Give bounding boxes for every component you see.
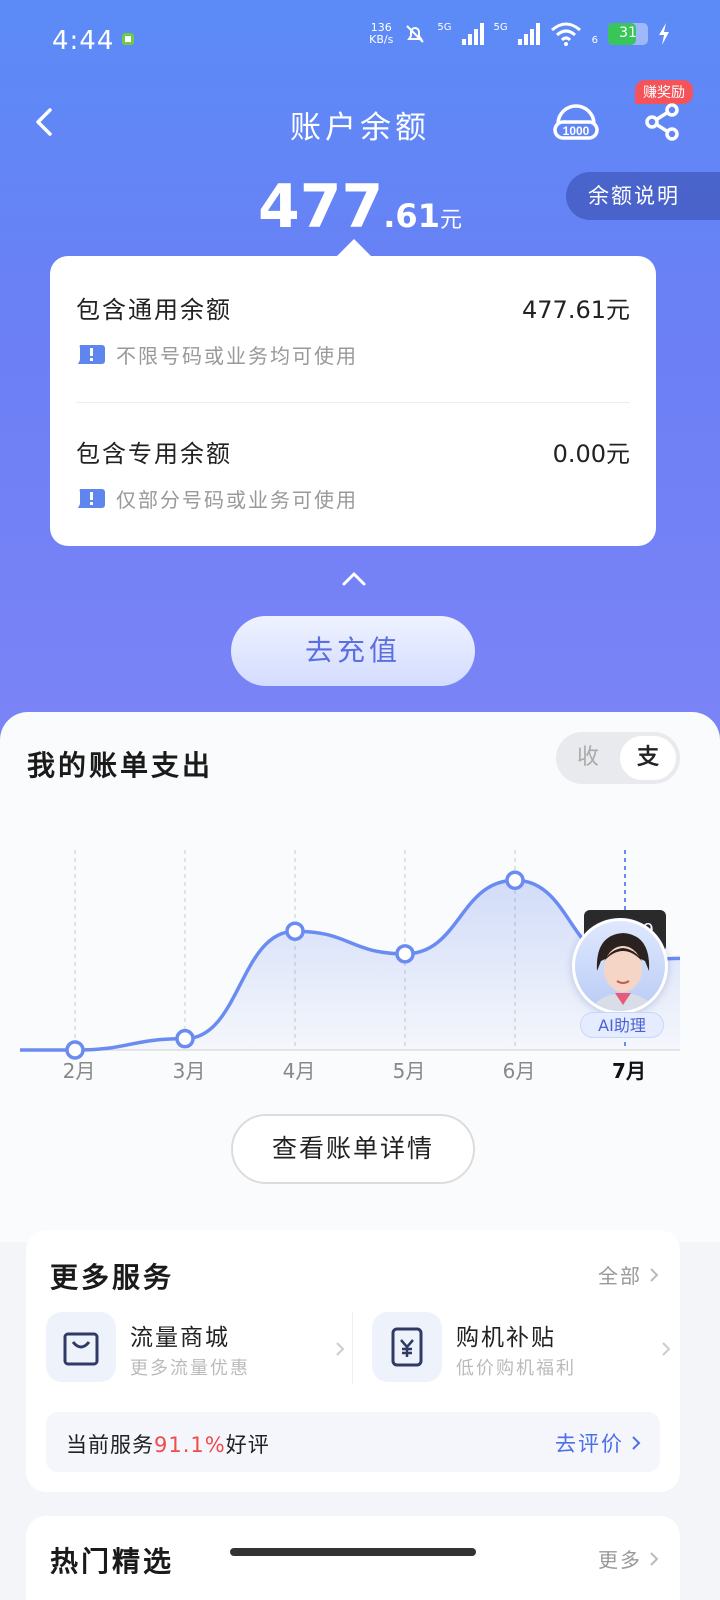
- services-all-label: 全部: [598, 1264, 642, 1288]
- mute-bell-icon: [406, 25, 425, 43]
- general-balance-row: 包含通用余额 477.61元 不限号码或业务均可使用: [76, 286, 630, 406]
- recharge-button[interactable]: 去充值: [231, 616, 475, 686]
- data-point: [175, 1028, 195, 1049]
- status-time: 4:44: [52, 26, 115, 56]
- data-point: [395, 944, 415, 964]
- service-divider: [352, 1312, 353, 1384]
- hot-picks-title: 热门精选: [50, 1545, 175, 1578]
- data-point: [285, 921, 305, 941]
- battery-level: 31: [619, 25, 637, 41]
- signal1-icon: [461, 23, 484, 45]
- data-point: [505, 870, 525, 891]
- service-name: 购机补贴: [456, 1325, 556, 1351]
- x-tick-label: 2月: [63, 1059, 96, 1083]
- assistant-avatar-icon: [590, 933, 656, 1011]
- rate-link[interactable]: 去评价: [555, 1428, 642, 1458]
- wifi-icon: [550, 22, 581, 46]
- share-icon[interactable]: [640, 100, 684, 144]
- balance-breakdown-card: 包含通用余额 477.61元 不限号码或业务均可使用 包含专用余额 0.00元 …: [50, 256, 656, 546]
- special-balance-value: 0.00元: [552, 440, 630, 468]
- rating-percent: 91.1%: [154, 1433, 226, 1457]
- x-tick-label: 4月: [283, 1059, 316, 1083]
- bag-icon: [46, 1312, 116, 1382]
- balance-explain-button[interactable]: 余额说明: [566, 172, 720, 220]
- svg-text:1000: 1000: [563, 124, 590, 138]
- services-all-link[interactable]: 全部: [598, 1260, 660, 1289]
- wifi-label: 6: [591, 35, 598, 46]
- customer-service-icon[interactable]: 1000: [552, 98, 600, 146]
- balance-integer: 477: [258, 172, 384, 242]
- chevron-up-icon[interactable]: [340, 568, 368, 588]
- service-subtitle: 更多流量优惠: [130, 1358, 250, 1379]
- ai-assistant-label: AI助理: [580, 1012, 664, 1038]
- card-divider: [76, 402, 630, 403]
- rating-prefix: 当前服务: [66, 1433, 154, 1457]
- x-tick-label: 5月: [393, 1059, 426, 1083]
- chevron-right-icon: [662, 1342, 671, 1356]
- special-balance-label: 包含专用余额: [76, 440, 232, 468]
- battery-icon: 31: [608, 23, 648, 45]
- charging-icon: [659, 23, 669, 45]
- toggle-income[interactable]: 收: [560, 736, 616, 780]
- bill-detail-button[interactable]: 查看账单详情: [231, 1114, 475, 1184]
- general-balance-note: 不限号码或业务均可使用: [76, 340, 358, 369]
- title-bar: 账户余额 1000 赚奖励: [0, 80, 720, 156]
- ai-avatar: [572, 918, 668, 1014]
- service-item-data-mall[interactable]: 流量商城 更多流量优惠: [46, 1312, 346, 1384]
- chevron-right-icon: [650, 1267, 659, 1282]
- service-rating-bar: 当前服务91.1%好评 去评价: [46, 1412, 660, 1472]
- general-balance-note-text: 不限号码或业务均可使用: [116, 344, 358, 368]
- page-title: 账户余额: [290, 110, 430, 146]
- status-bar: 4:44 136 KB/s 5G 5G 6 31: [0, 0, 720, 80]
- hot-picks-more-link[interactable]: 更多: [598, 1544, 660, 1573]
- chevron-right-icon: [336, 1342, 345, 1356]
- special-balance-note: 仅部分号码或业务可使用: [76, 484, 358, 513]
- special-balance-row: 包含专用余额 0.00元 仅部分号码或业务可使用: [76, 430, 630, 550]
- status-icons: 136 KB/s 5G 5G 6 31: [369, 22, 670, 46]
- rate-link-label: 去评价: [555, 1432, 624, 1456]
- info-icon: [78, 344, 105, 364]
- x-tick-label: 7月: [612, 1059, 646, 1083]
- balance-decimal: .61: [383, 197, 440, 235]
- general-balance-label: 包含通用余额: [76, 296, 232, 324]
- income-expense-toggle[interactable]: 收 支: [556, 732, 680, 784]
- net-speed-unit: KB/s: [369, 33, 394, 46]
- home-indicator[interactable]: [230, 1548, 476, 1556]
- service-subtitle: 低价购机福利: [456, 1358, 576, 1379]
- services-title: 更多服务: [50, 1261, 175, 1294]
- x-tick-label: 6月: [503, 1059, 536, 1083]
- bill-title: 我的账单支出: [27, 749, 214, 782]
- service-name: 流量商城: [130, 1325, 230, 1351]
- signal1-label: 5G: [437, 22, 452, 33]
- info-icon: [78, 488, 105, 508]
- ai-assistant-button[interactable]: AI助理: [566, 918, 676, 1042]
- hot-picks-card: 热门精选 更多: [26, 1516, 680, 1600]
- service-item-phone-subsidy[interactable]: 购机补贴 低价购机福利: [372, 1312, 672, 1384]
- rating-text: 当前服务91.1%好评: [66, 1429, 270, 1459]
- balance-unit: 元: [439, 208, 462, 233]
- page: 4:44 136 KB/s 5G 5G 6 31 账户余额 1000 赚奖励 4…: [0, 0, 720, 1600]
- toggle-expense[interactable]: 支: [620, 736, 676, 780]
- x-tick-label: 3月: [173, 1059, 206, 1083]
- more-services-card: 更多服务 全部 流量商城 更多流量优惠 购机补贴 低价购机福利 当前服务91.1…: [26, 1230, 680, 1492]
- chevron-right-icon: [650, 1551, 659, 1566]
- phone-yuan-icon: [372, 1312, 442, 1382]
- notification-icon: [122, 33, 134, 45]
- general-balance-value: 477.61元: [522, 296, 630, 324]
- chevron-right-icon: [632, 1436, 641, 1450]
- rating-suffix: 好评: [225, 1433, 270, 1457]
- hot-picks-more-label: 更多: [598, 1548, 642, 1572]
- data-point: [65, 1040, 85, 1060]
- net-speed: 136 KB/s: [369, 22, 393, 46]
- signal2-label: 5G: [493, 22, 508, 33]
- special-balance-note-text: 仅部分号码或业务可使用: [116, 488, 358, 512]
- signal2-icon: [517, 23, 540, 45]
